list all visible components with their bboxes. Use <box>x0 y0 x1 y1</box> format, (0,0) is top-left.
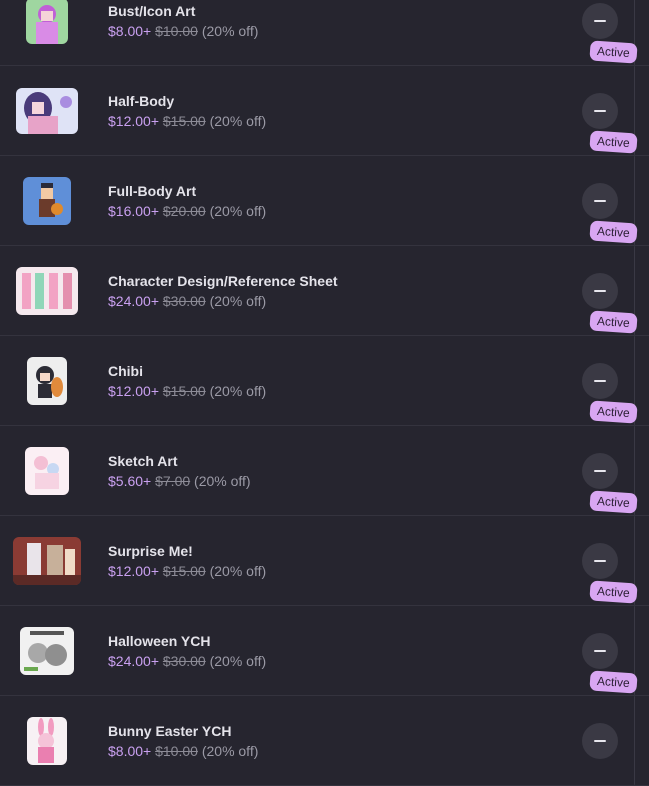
active-badge: Active <box>589 310 638 334</box>
list-item[interactable]: Surprise Me! $12.00+ $15.00 (20% off) Ac… <box>0 490 649 606</box>
original-price: $10.00 <box>155 23 198 39</box>
sale-price: $8.00+ <box>108 743 152 759</box>
item-price: $12.00+ $15.00 (20% off) <box>108 113 266 129</box>
halloween-ych-thumbnail <box>20 626 74 675</box>
list-item[interactable]: Bust/Icon Art $8.00+ $10.00 (20% off) <box>0 0 649 66</box>
reference-sheet-thumbnail <box>16 266 78 315</box>
remove-button[interactable] <box>582 273 618 309</box>
item-price: $12.00+ $15.00 (20% off) <box>108 563 266 579</box>
sale-price: $8.00+ <box>108 23 152 39</box>
discount-label: (20% off) <box>209 203 267 219</box>
discount-label: (20% off) <box>209 563 267 579</box>
list-item[interactable]: Bunny Easter YCH $8.00+ $10.00 (20% off)… <box>0 670 649 786</box>
discount-label: (20% off) <box>209 113 267 129</box>
list-item[interactable]: Halloween YCH $24.00+ $30.00 (20% off) A… <box>0 580 649 696</box>
list-item[interactable]: Character Design/Reference Sheet $24.00+… <box>0 220 649 336</box>
sale-price: $5.60+ <box>108 473 152 489</box>
list-item[interactable]: Full-Body Art $16.00+ $20.00 (20% off) A… <box>0 130 649 246</box>
original-price: $15.00 <box>162 383 206 399</box>
item-price: $5.60+ $7.00 (20% off) <box>108 473 251 489</box>
item-name: Bunny Easter YCH <box>108 723 232 739</box>
remove-button[interactable] <box>582 453 618 489</box>
original-price: $20.00 <box>162 203 206 219</box>
commission-list: Bust/Icon Art $8.00+ $10.00 (20% off) Ha… <box>0 0 649 786</box>
active-badge: Active <box>589 400 638 424</box>
active-badge: Active <box>589 130 638 154</box>
original-price: $15.00 <box>162 113 206 129</box>
item-price: $24.00+ $30.00 (20% off) <box>108 293 266 309</box>
active-badge: Active <box>589 580 638 604</box>
list-item[interactable]: Chibi $12.00+ $15.00 (20% off) Active <box>0 310 649 426</box>
sale-price: $24.00+ <box>108 653 159 669</box>
item-name: Bust/Icon Art <box>108 3 196 19</box>
chibi-thumbnail <box>27 356 67 405</box>
sale-price: $24.00+ <box>108 293 159 309</box>
active-badge: Active <box>589 670 638 694</box>
item-price: $8.00+ $10.00 (20% off) <box>108 23 258 39</box>
discount-label: (20% off) <box>209 293 267 309</box>
discount-label: (20% off) <box>209 383 267 399</box>
item-name: Halloween YCH <box>108 633 211 649</box>
original-price: $10.00 <box>155 743 198 759</box>
remove-button[interactable] <box>582 633 618 669</box>
sale-price: $16.00+ <box>108 203 159 219</box>
remove-button[interactable] <box>582 543 618 579</box>
discount-label: (20% off) <box>201 743 259 759</box>
original-price: $30.00 <box>162 653 206 669</box>
surprise-me-thumbnail <box>13 536 81 585</box>
bunny-easter-thumbnail <box>27 716 67 765</box>
item-name: Character Design/Reference Sheet <box>108 273 338 289</box>
item-name: Full-Body Art <box>108 183 197 199</box>
remove-button[interactable] <box>582 363 618 399</box>
bust-icon-thumbnail <box>26 0 68 44</box>
item-name: Surprise Me! <box>108 543 193 559</box>
active-badge: Active <box>589 40 638 64</box>
item-price: $24.00+ $30.00 (20% off) <box>108 653 266 669</box>
active-badge: Active <box>589 220 638 244</box>
item-price: $16.00+ $20.00 (20% off) <box>108 203 266 219</box>
item-name: Sketch Art <box>108 453 178 469</box>
half-body-thumbnail <box>16 87 78 134</box>
remove-button[interactable] <box>582 723 618 759</box>
list-item[interactable]: Half-Body $12.00+ $15.00 (20% off) Activ… <box>0 40 649 156</box>
active-badge: Active <box>589 490 638 514</box>
sketch-art-thumbnail <box>25 446 69 495</box>
original-price: $15.00 <box>162 563 206 579</box>
full-body-thumbnail <box>23 176 71 225</box>
item-price: $12.00+ $15.00 (20% off) <box>108 383 266 399</box>
original-price: $30.00 <box>162 293 206 309</box>
discount-label: (20% off) <box>194 473 251 489</box>
item-price: $8.00+ $10.00 (20% off) <box>108 743 258 759</box>
original-price: $7.00 <box>155 473 191 489</box>
item-name: Half-Body <box>108 93 175 109</box>
list-item[interactable]: Sketch Art $5.60+ $7.00 (20% off) Active <box>0 400 649 516</box>
sale-price: $12.00+ <box>108 113 159 129</box>
discount-label: (20% off) <box>201 23 259 39</box>
sale-price: $12.00+ <box>108 563 159 579</box>
discount-label: (20% off) <box>209 653 267 669</box>
item-name: Chibi <box>108 363 143 379</box>
remove-button[interactable] <box>582 183 618 219</box>
remove-button[interactable] <box>582 93 618 129</box>
remove-button[interactable] <box>582 3 618 39</box>
sale-price: $12.00+ <box>108 383 159 399</box>
